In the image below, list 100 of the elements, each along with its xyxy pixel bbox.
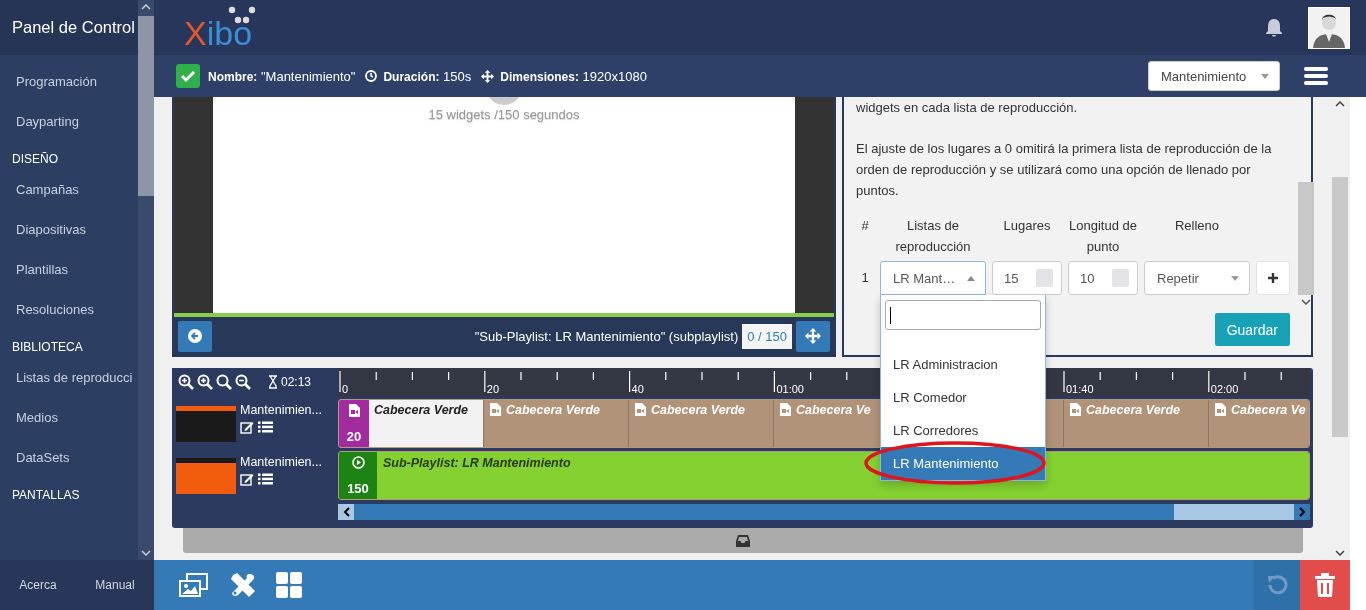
undo-icon xyxy=(1265,573,1289,597)
viewer-caption: "Sub-Playlist: LR Mantenimiento" (subplaylist) xyxy=(474,328,739,344)
column-header: Listas de reproducción xyxy=(894,217,972,256)
play-circle-icon xyxy=(351,456,365,469)
search-field[interactable] xyxy=(885,300,1041,330)
dropdown-option[interactable]: LR Administracion xyxy=(881,348,1045,381)
images-icon[interactable] xyxy=(178,572,210,598)
add-button[interactable] xyxy=(1256,261,1290,295)
total-duration: 02:13 xyxy=(281,375,312,389)
video-file-icon xyxy=(1070,403,1081,416)
widget-title: Cabecera Verde xyxy=(651,403,746,419)
spots-field[interactable]: 15 xyxy=(992,261,1062,295)
sidebar-heading: DISEÑO xyxy=(11,151,59,168)
back-button[interactable] xyxy=(178,320,212,352)
ruler-label: 01:00 xyxy=(776,383,804,395)
horizontal-scrollbar[interactable] xyxy=(338,504,1310,520)
widget-title: Cabecera Verde xyxy=(374,402,469,419)
tools-icon[interactable] xyxy=(230,572,256,598)
footer-link[interactable]: Manual xyxy=(95,578,135,592)
list-icon[interactable] xyxy=(258,473,273,485)
sidebar-item[interactable]: Medios xyxy=(0,397,138,437)
ruler-label: 40 xyxy=(631,383,644,395)
layout-duration: Duración: 150s xyxy=(383,68,472,84)
layout-dimensions: Dimensiones: 1920x1080 xyxy=(500,68,647,84)
sidebar-title: Panel de Control xyxy=(0,0,138,55)
dropdown-option[interactable]: LR Mantenimiento xyxy=(881,447,1045,480)
menu-icon[interactable] xyxy=(1304,66,1328,86)
zoom-in-icon[interactable] xyxy=(216,374,232,390)
move-icon xyxy=(805,328,821,344)
back-arrow-icon xyxy=(188,329,202,343)
grid-icon[interactable] xyxy=(276,572,302,598)
column-header: # xyxy=(860,217,870,235)
move-button[interactable] xyxy=(796,320,830,352)
column-header: Lugares xyxy=(1002,217,1052,235)
fill-select[interactable]: Repetir xyxy=(1144,261,1250,295)
video-file-icon xyxy=(348,404,360,417)
help-text: widgets en cada lista de reproducción. xyxy=(856,99,1079,117)
delete-button[interactable] xyxy=(1300,560,1350,610)
zoom-in-icon[interactable] xyxy=(178,374,194,390)
ruler-label: 20 xyxy=(486,383,500,395)
ruler-label: 0 xyxy=(342,383,349,395)
chevron-up-icon[interactable] xyxy=(1335,101,1345,107)
widget-title: Sub-Playlist: LR Mantenimiento xyxy=(383,455,571,472)
ruler-label: 01:40 xyxy=(1066,383,1094,395)
sidebar-item[interactable]: Campañas xyxy=(0,169,138,209)
footer-link[interactable]: Acerca xyxy=(19,578,57,592)
sidebar-item[interactable]: Listas de reproducci xyxy=(0,357,138,397)
sidebar-item[interactable]: DataSets xyxy=(0,437,138,477)
row-number: 1 xyxy=(860,269,870,287)
check-icon xyxy=(176,64,200,88)
track-thumbnail xyxy=(176,458,236,494)
playlist-select[interactable]: LR Mant… xyxy=(880,261,986,295)
avatar-icon[interactable] xyxy=(1308,6,1350,49)
widget-title: Cabecera Verde xyxy=(1086,403,1181,419)
move-icon xyxy=(481,69,495,83)
edit-icon[interactable] xyxy=(240,473,254,486)
sidebar-heading: PANTALLAS xyxy=(11,487,81,504)
spot-length-field[interactable]: 10 xyxy=(1068,261,1138,295)
track-name: Mantenimien... xyxy=(240,455,322,469)
widget-duration: 150 xyxy=(347,481,369,496)
sidebar-heading: BIBLIOTECA xyxy=(11,339,84,356)
sidebar-item[interactable]: Programación xyxy=(0,61,138,101)
video-file-icon xyxy=(635,403,646,416)
chevron-down-icon[interactable] xyxy=(1335,550,1345,556)
ruler-label: 02:00 xyxy=(1210,383,1239,395)
zoom-out-icon[interactable] xyxy=(235,374,251,390)
sidebar-item[interactable]: Diapositivas xyxy=(0,209,138,249)
position-field[interactable]: 0 / 150 xyxy=(742,323,792,349)
widget-title: Cabecera Ve xyxy=(796,403,871,419)
chevron-right-icon[interactable] xyxy=(1298,507,1306,517)
widget-duration: 20 xyxy=(346,429,362,444)
plus-icon xyxy=(1267,272,1279,284)
track-thumbnail xyxy=(176,406,236,442)
sidebar-item[interactable]: Resoluciones xyxy=(0,289,138,329)
video-file-icon xyxy=(780,403,791,416)
layout-name: Nombre: "Mantenimiento" xyxy=(208,68,356,84)
logo: Xibo xyxy=(184,5,253,50)
bell-icon[interactable] xyxy=(1264,17,1284,38)
clock-icon xyxy=(365,70,378,82)
layout-select[interactable]: Mantenimiento xyxy=(1148,61,1280,91)
column-header: Relleno xyxy=(1173,217,1221,235)
list-icon[interactable] xyxy=(258,421,273,433)
inbox-icon xyxy=(736,534,750,547)
hourglass-icon xyxy=(268,375,278,389)
zoom-in-icon[interactable] xyxy=(197,374,213,390)
video-file-icon xyxy=(490,403,501,416)
track-name: Mantenimien... xyxy=(240,403,322,417)
widget-title: Cabecera Ve xyxy=(1231,403,1306,419)
widget-title: Cabecera Verde xyxy=(506,403,601,419)
chevron-left-icon[interactable] xyxy=(342,507,350,517)
edit-icon[interactable] xyxy=(240,421,254,434)
sidebar-item[interactable]: Plantillas xyxy=(0,249,138,289)
sidebar-item[interactable]: Dayparting xyxy=(0,101,138,141)
preview-info: 15 widgets /150 segundos xyxy=(428,107,580,124)
widget-block[interactable]: 20 Cabecera Verde xyxy=(339,400,484,447)
chevron-down-icon[interactable] xyxy=(1301,299,1311,305)
column-header: Longitud de punto xyxy=(1068,217,1138,256)
trash-icon xyxy=(1315,573,1335,597)
video-file-icon xyxy=(1215,403,1226,416)
help-text: El ajuste de los lugares a 0 omitirá la primera lista de reproducción de la orden de reproducción y se utilizará como una opción de llenado por puntos. xyxy=(856,140,1273,200)
